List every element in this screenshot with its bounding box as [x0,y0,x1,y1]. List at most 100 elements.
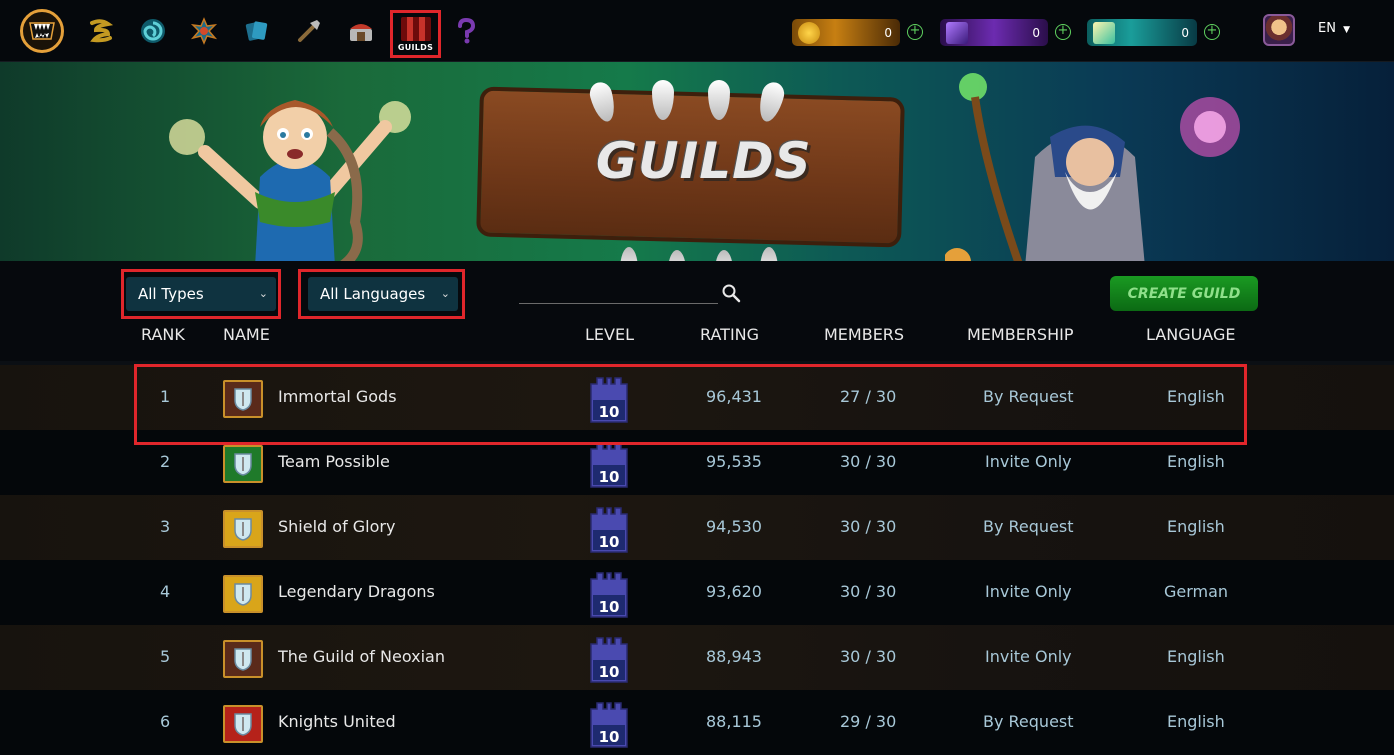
guild-level-value: 10 [598,598,620,616]
guild-name-link[interactable]: Knights United [278,712,396,731]
guild-members: 30 / 30 [840,582,897,601]
type-filter-value: All Types [138,285,204,303]
teal-currency-display: 0 [1087,19,1197,46]
guild-rating: 93,620 [706,582,762,601]
guild-membership: By Request [983,517,1074,536]
column-header-rank[interactable]: RANK [141,325,185,344]
nav-guilds-label: GUILDS [397,43,434,52]
guild-level-badge: 10 [589,571,629,619]
guild-level-value: 10 [598,663,620,681]
credits-icon [1093,22,1115,44]
guild-rank: 2 [160,452,171,471]
column-header-level[interactable]: LEVEL [585,325,634,344]
fang-decoration [620,247,638,261]
logo-icon[interactable] [20,9,64,53]
search-icon[interactable] [721,283,741,303]
guild-members: 30 / 30 [840,517,897,536]
guild-membership: Invite Only [985,647,1072,666]
nav-guilds-button[interactable]: GUILDS [390,10,441,58]
guild-language: English [1167,647,1225,666]
language-filter-select[interactable]: All Languages ⌄ [308,277,458,311]
tools-icon[interactable] [292,14,326,48]
guild-level-value: 10 [598,533,620,551]
gold-currency-display: 0 [792,19,900,46]
guild-level-value: 10 [598,728,620,746]
table-row[interactable]: 5 88,943 30 / 30 Invite Only English The Guil… [0,625,1394,690]
table-row[interactable]: 6 88,115 29 / 30 By Request English Knights U… [0,690,1394,755]
gold-currency-value: 0 [884,25,892,40]
chevron-down-icon: ▼ [1343,25,1351,35]
guild-language: English [1167,712,1225,731]
guild-rank: 4 [160,582,171,601]
type-filter-select[interactable]: All Types ⌄ [126,277,276,311]
guilds-hero-banner: GUILDS [0,62,1394,261]
guild-rank: 3 [160,517,171,536]
table-row[interactable]: 3 94,530 30 / 30 By Request English Shield of… [0,495,1394,560]
cards-icon[interactable] [240,14,274,48]
column-header-language[interactable]: LANGUAGE [1146,325,1235,344]
fang-decoration [760,247,778,261]
guild-crest-icon [223,705,263,743]
guild-level-value: 10 [598,468,620,486]
fang-decoration [668,250,686,261]
guild-crest-icon [223,640,263,678]
guild-rating: 88,943 [706,647,762,666]
add-gold-icon[interactable]: + [907,24,923,40]
wizard-character-illustration [945,73,1240,261]
teal-currency-value: 0 [1181,25,1189,40]
druid-character-illustration [169,100,411,261]
guild-name-link[interactable]: Team Possible [278,452,390,471]
battle-icon[interactable] [187,14,221,48]
guild-level-badge: 10 [589,506,629,554]
guild-name-link[interactable]: The Guild of Neoxian [278,647,445,666]
add-teal-icon[interactable]: + [1204,24,1220,40]
guild-rating: 88,115 [706,712,762,731]
guild-level-badge: 10 [589,701,629,749]
language-filter-value: All Languages [320,285,426,303]
guild-rank: 6 [160,712,171,731]
guild-level-badge: 10 [589,636,629,684]
chevron-down-icon: ⌄ [440,287,450,300]
guild-members: 30 / 30 [840,452,897,471]
column-header-name[interactable]: NAME [223,325,270,344]
purple-currency-value: 0 [1032,25,1040,40]
banner-title: GUILDS [596,132,812,190]
guild-rating: 94,530 [706,517,762,536]
guild-language: English [1167,452,1225,471]
add-purple-icon[interactable]: + [1055,24,1071,40]
guild-language: German [1164,582,1229,601]
guild-crest-icon [223,445,263,483]
portal-icon[interactable] [136,14,170,48]
guild-name-link[interactable]: Shield of Glory [278,517,395,536]
help-icon[interactable] [449,14,483,48]
create-guild-button[interactable]: CREATE GUILD [1110,276,1258,311]
guild-membership: Invite Only [985,452,1072,471]
shop-icon[interactable] [344,14,378,48]
purple-currency-display: 0 [940,19,1048,46]
gold-coin-icon [798,22,820,44]
column-header-rating[interactable]: RATING [700,325,759,344]
guild-membership: By Request [983,712,1074,731]
language-selector-value: EN [1318,21,1336,36]
fang-decoration [715,250,733,261]
guild-language: English [1167,517,1225,536]
guild-crest-icon [223,510,263,548]
guild-search-input[interactable] [519,303,718,304]
table-row[interactable]: 4 93,620 30 / 30 Invite Only German Legendary… [0,560,1394,625]
language-selector[interactable]: EN ▼ [1318,21,1350,36]
chevron-down-icon: ⌄ [258,287,268,300]
column-header-membership[interactable]: MEMBERSHIP [967,325,1073,344]
guild-name-link[interactable]: Legendary Dragons [278,582,435,601]
guild-rating: 95,535 [706,452,762,471]
guild-crest-icon [223,575,263,613]
guild-banner-icon [400,17,431,41]
avatar[interactable] [1263,14,1295,46]
column-header-members[interactable]: MEMBERS [824,325,904,344]
guild-members: 29 / 30 [840,712,897,731]
selected-row-highlight [134,364,1247,445]
guild-level-badge: 10 [589,441,629,489]
quests-icon[interactable] [84,14,118,48]
top-nav-bar: GUILDS 0 + 0 + 0 + EN ▼ [0,0,1394,62]
guild-rank: 5 [160,647,171,666]
dark-energy-icon [946,22,968,44]
